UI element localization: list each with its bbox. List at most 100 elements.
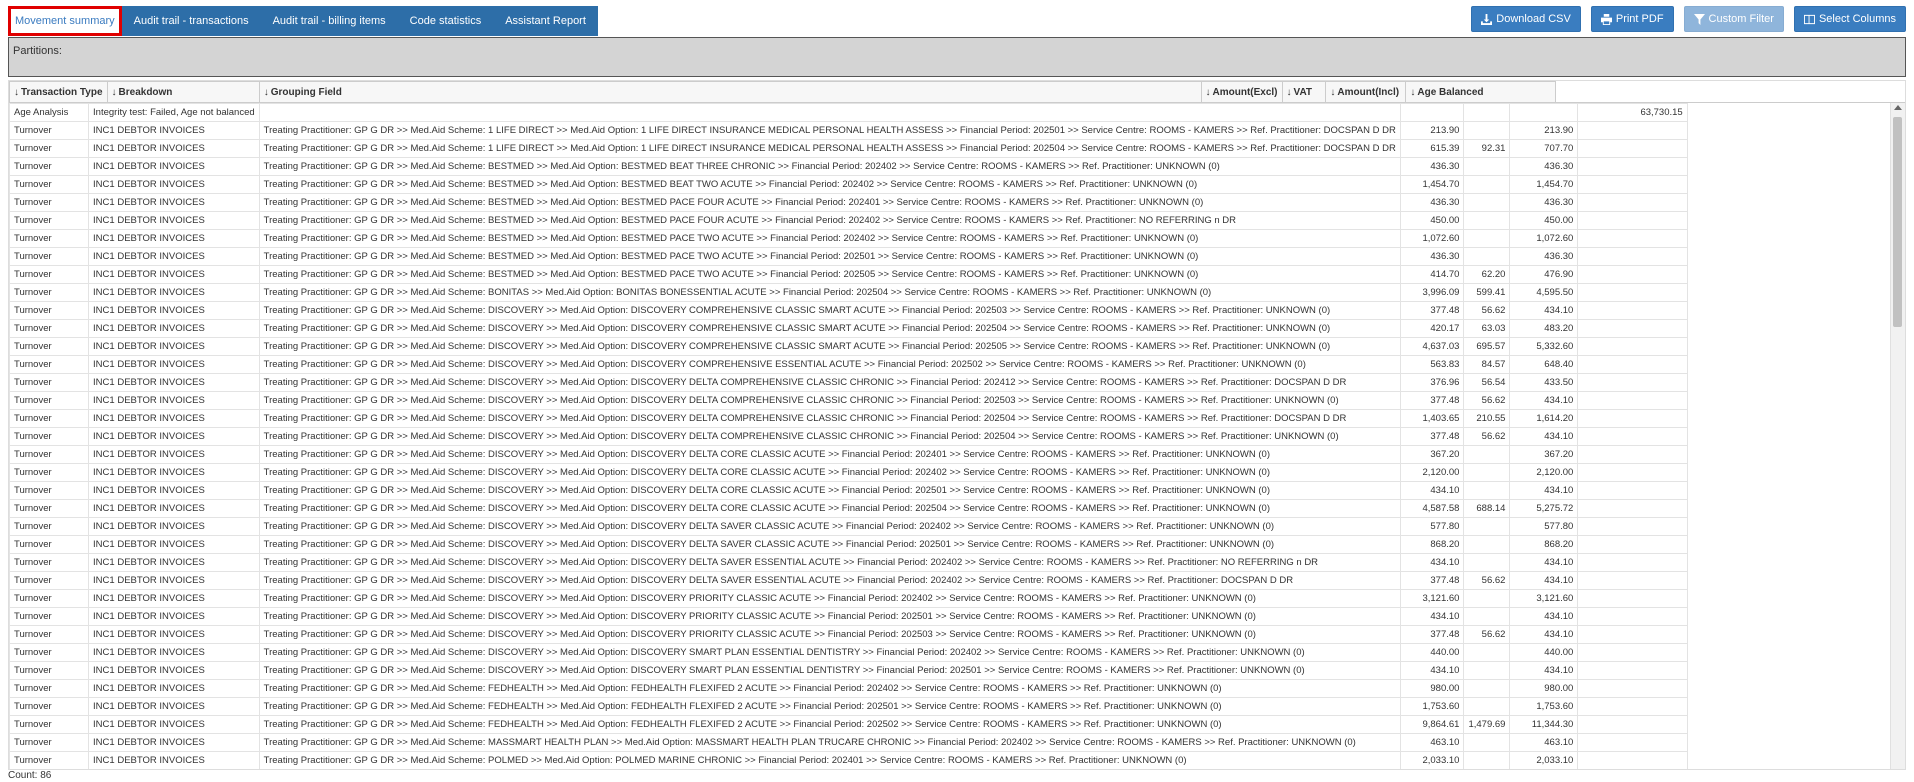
table-cell: 1,072.60 (1399, 229, 1465, 248)
table-row[interactable]: Turnover INC1 DEBTOR INVOICES Treating Pra… (9, 481, 1891, 500)
table-cell (1463, 103, 1511, 122)
table-row[interactable]: Turnover INC1 DEBTOR INVOICES Treating Pra… (9, 247, 1891, 266)
column-header-grouping-field[interactable]: ↓ Grouping Field (258, 81, 1202, 103)
table-row[interactable]: Turnover INC1 DEBTOR INVOICES Treating Pra… (9, 751, 1891, 770)
row-count: Count: 86 (8, 770, 52, 781)
table-row[interactable]: Turnover INC1 DEBTOR INVOICES Treating Pra… (9, 715, 1891, 734)
table-row[interactable]: Turnover INC1 DEBTOR INVOICES Treating Pra… (9, 391, 1891, 410)
table-cell-filler (1687, 212, 1890, 230)
table-cell: Treating Practitioner: GP G DR >> Med.Ai… (258, 283, 1401, 302)
table-row[interactable]: Turnover INC1 DEBTOR INVOICES Treating Pra… (9, 517, 1891, 536)
table-cell: 434.10 (1509, 571, 1579, 590)
table-row[interactable]: Age Analysis Integrity test: Failed, Age … (9, 103, 1891, 122)
table-row[interactable]: Turnover INC1 DEBTOR INVOICES Treating Pra… (9, 445, 1891, 464)
table-row[interactable]: Turnover INC1 DEBTOR INVOICES Treating Pra… (9, 265, 1891, 284)
tab-movement-summary[interactable]: Movement summary (8, 6, 122, 36)
table-cell: 420.17 (1399, 319, 1465, 338)
table-cell: Treating Practitioner: GP G DR >> Med.Ai… (258, 319, 1401, 338)
sort-down-arrow-icon: ↓ (263, 86, 269, 98)
scrollbar-thumb[interactable] (1893, 117, 1902, 327)
grid-body: Age Analysis Integrity test: Failed, Age … (9, 103, 1891, 769)
tab-assistant-report[interactable]: Assistant Report (493, 6, 598, 36)
table-row[interactable]: Turnover INC1 DEBTOR INVOICES Treating Pra… (9, 643, 1891, 662)
table-cell: 434.10 (1509, 553, 1579, 572)
table-cell-filler (1687, 752, 1890, 770)
column-header-amount-incl[interactable]: ↓ Amount(Incl) (1325, 81, 1407, 103)
table-cell: 1,454.70 (1509, 175, 1579, 194)
table-cell: Treating Practitioner: GP G DR >> Med.Ai… (258, 607, 1401, 626)
table-row[interactable]: Turnover INC1 DEBTOR INVOICES Treating Pra… (9, 499, 1891, 518)
tab-audit-trail-billing-items[interactable]: Audit trail - billing items (261, 6, 398, 36)
table-cell: INC1 DEBTOR INVOICES (88, 373, 260, 392)
table-row[interactable]: Turnover INC1 DEBTOR INVOICES Treating Pra… (9, 427, 1891, 446)
table-cell: 2,033.10 (1509, 751, 1579, 769)
table-row[interactable]: Turnover INC1 DEBTOR INVOICES Treating Pra… (9, 283, 1891, 302)
table-row[interactable]: Turnover INC1 DEBTOR INVOICES Treating Pra… (9, 355, 1891, 374)
table-row[interactable]: Turnover INC1 DEBTOR INVOICES Treating Pra… (9, 211, 1891, 230)
select-columns-button[interactable]: Select Columns (1793, 6, 1906, 32)
table-cell: Treating Practitioner: GP G DR >> Med.Ai… (258, 679, 1401, 698)
sort-down-arrow-icon: ↓ (1330, 86, 1336, 98)
table-row[interactable]: Turnover INC1 DEBTOR INVOICES Treating Pra… (9, 625, 1891, 644)
table-row[interactable]: Turnover INC1 DEBTOR INVOICES Treating Pra… (9, 607, 1891, 626)
table-row[interactable]: Turnover INC1 DEBTOR INVOICES Treating Pra… (9, 337, 1891, 356)
sort-down-arrow-icon: ↓ (1286, 86, 1292, 98)
download-csv-button[interactable]: Download CSV (1471, 6, 1581, 32)
table-cell: 377.48 (1399, 625, 1465, 644)
download-csv-label: Download CSV (1496, 13, 1571, 25)
table-row[interactable]: Turnover INC1 DEBTOR INVOICES Treating Pra… (9, 733, 1891, 752)
tab-audit-trail-transactions[interactable]: Audit trail - transactions (122, 6, 261, 36)
table-row[interactable]: Turnover INC1 DEBTOR INVOICES Treating Pra… (9, 175, 1891, 194)
table-cell: Turnover (9, 625, 90, 644)
table-cell: 2,120.00 (1509, 463, 1579, 482)
column-header-vat[interactable]: ↓ VAT (1281, 81, 1327, 103)
table-cell (1463, 589, 1511, 608)
print-pdf-button[interactable]: Print PDF (1590, 6, 1674, 32)
table-row[interactable]: Turnover INC1 DEBTOR INVOICES Treating Pra… (9, 319, 1891, 338)
table-cell-filler (1687, 428, 1890, 446)
table-cell: 483.20 (1509, 319, 1579, 338)
table-row[interactable]: Turnover INC1 DEBTOR INVOICES Treating Pra… (9, 679, 1891, 698)
table-row[interactable]: Turnover INC1 DEBTOR INVOICES Treating Pra… (9, 121, 1891, 140)
table-cell: Treating Practitioner: GP G DR >> Med.Ai… (258, 661, 1401, 680)
table-row[interactable]: Turnover INC1 DEBTOR INVOICES Treating Pra… (9, 193, 1891, 212)
table-row[interactable]: Turnover INC1 DEBTOR INVOICES Treating Pra… (9, 535, 1891, 554)
table-row[interactable]: Turnover INC1 DEBTOR INVOICES Treating Pra… (9, 409, 1891, 428)
table-cell: INC1 DEBTOR INVOICES (88, 157, 260, 176)
table-row[interactable]: Turnover INC1 DEBTOR INVOICES Treating Pra… (9, 463, 1891, 482)
column-header-amount-excl[interactable]: ↓ Amount(Excl) (1200, 81, 1283, 103)
table-cell-filler (1687, 410, 1890, 428)
scroll-up-arrow-icon[interactable] (1894, 105, 1902, 110)
table-cell: 11,344.30 (1509, 715, 1579, 734)
table-row[interactable]: Turnover INC1 DEBTOR INVOICES Treating Pra… (9, 157, 1891, 176)
table-cell: 213.90 (1509, 121, 1579, 140)
table-row[interactable]: Turnover INC1 DEBTOR INVOICES Treating Pra… (9, 301, 1891, 320)
table-row[interactable]: Turnover INC1 DEBTOR INVOICES Treating Pra… (9, 553, 1891, 572)
table-cell: INC1 DEBTOR INVOICES (88, 571, 260, 590)
partitions-panel[interactable]: Partitions: (8, 37, 1906, 77)
table-row[interactable]: Turnover INC1 DEBTOR INVOICES Treating Pra… (9, 571, 1891, 590)
table-cell: 440.00 (1399, 643, 1465, 662)
table-cell-filler (1687, 284, 1890, 302)
table-row[interactable]: Turnover INC1 DEBTOR INVOICES Treating Pra… (9, 661, 1891, 680)
download-icon (1481, 13, 1493, 25)
table-row[interactable]: Turnover INC1 DEBTOR INVOICES Treating Pra… (9, 697, 1891, 716)
table-cell-filler (1687, 536, 1890, 554)
sort-down-arrow-icon: ↓ (1205, 86, 1211, 98)
table-cell: Turnover (9, 553, 90, 572)
table-cell (1577, 625, 1688, 644)
table-row[interactable]: Turnover INC1 DEBTOR INVOICES Treating Pra… (9, 373, 1891, 392)
table-cell-filler (1687, 734, 1890, 752)
table-cell: INC1 DEBTOR INVOICES (88, 535, 260, 554)
column-header-breakdown[interactable]: ↓ Breakdown (106, 81, 260, 103)
table-row[interactable]: Turnover INC1 DEBTOR INVOICES Treating Pra… (9, 139, 1891, 158)
table-row[interactable]: Turnover INC1 DEBTOR INVOICES Treating Pra… (9, 589, 1891, 608)
tab-code-statistics[interactable]: Code statistics (398, 6, 494, 36)
vertical-scrollbar[interactable] (1890, 103, 1905, 769)
table-row[interactable]: Turnover INC1 DEBTOR INVOICES Treating Pra… (9, 229, 1891, 248)
table-cell: Treating Practitioner: GP G DR >> Med.Ai… (258, 463, 1401, 482)
print-pdf-label: Print PDF (1615, 13, 1664, 25)
column-header-age-balanced[interactable]: ↓ Age Balanced (1405, 81, 1556, 103)
custom-filter-button[interactable]: Custom Filter (1683, 6, 1784, 32)
column-header-transaction-type[interactable]: ↓ Transaction Type (9, 81, 108, 103)
